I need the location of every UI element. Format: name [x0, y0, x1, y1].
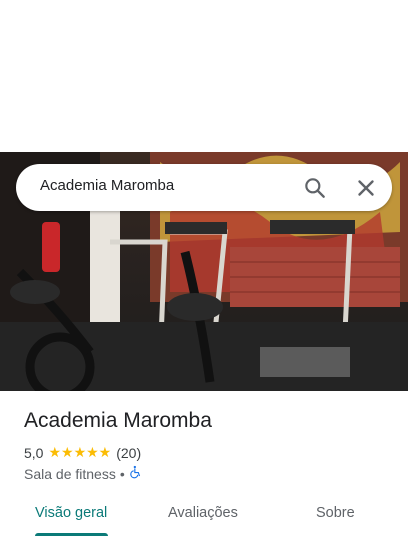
tab-about[interactable]: Sobre — [316, 505, 355, 521]
search-input[interactable]: Academia Maromba — [40, 177, 174, 194]
place-name: Academia Maromba — [24, 409, 212, 432]
place-category[interactable]: Sala de fitness — [24, 466, 116, 482]
review-count[interactable]: (20) — [116, 445, 141, 461]
category-row: Sala de fitness • — [24, 465, 143, 482]
active-tab-indicator — [35, 533, 108, 536]
rating-row[interactable]: 5,0 ★★★★★ (20) — [24, 444, 141, 461]
search-icon[interactable] — [302, 175, 328, 201]
wheelchair-icon — [129, 465, 143, 482]
close-icon[interactable] — [353, 175, 379, 201]
separator-dot: • — [119, 465, 125, 482]
rating-stars: ★★★★★ — [48, 444, 112, 460]
tab-reviews[interactable]: Avaliações — [168, 505, 238, 521]
search-bar[interactable]: Academia Maromba — [16, 164, 392, 211]
tab-bar: Visão geral Avaliações Sobre — [0, 495, 408, 544]
tab-overview[interactable]: Visão geral — [35, 505, 107, 521]
rating-value: 5,0 — [24, 444, 44, 461]
